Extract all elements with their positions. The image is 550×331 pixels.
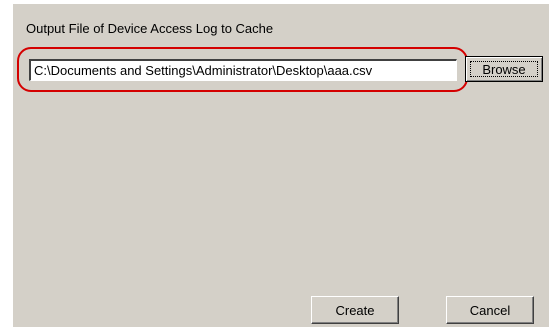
cancel-button[interactable]: Cancel — [446, 296, 534, 324]
output-log-dialog: Output File of Device Access Log to Cach… — [13, 4, 549, 327]
browse-button[interactable]: Browse — [465, 56, 543, 82]
file-path-input[interactable] — [29, 59, 457, 81]
section-title: Output File of Device Access Log to Cach… — [26, 21, 274, 36]
create-button[interactable]: Create — [311, 296, 399, 324]
create-button-label: Create — [335, 302, 375, 318]
browse-button-label: Browse — [482, 61, 526, 77]
cancel-button-label: Cancel — [469, 302, 511, 318]
